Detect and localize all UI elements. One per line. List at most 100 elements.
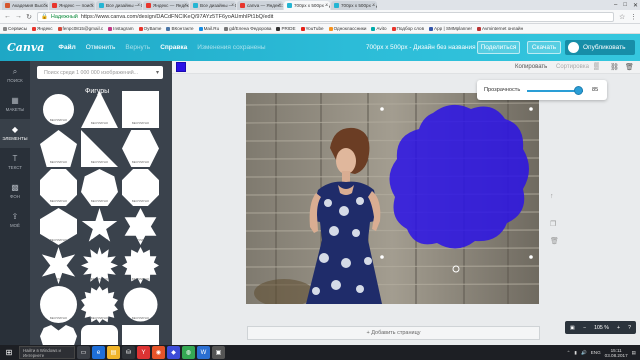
browser-tab[interactable]: Яндекс — Яндекс нашл×	[143, 1, 189, 10]
bookmark-item[interactable]: App | SMMplanner	[429, 26, 472, 31]
reload-icon[interactable]: ↻	[26, 13, 32, 21]
chevron-down-icon[interactable]: ▾	[156, 69, 159, 76]
share-button[interactable]: Поделиться	[477, 41, 520, 54]
bookmark-item[interactable]: fenpc0815@gmail.c	[57, 26, 103, 31]
browser-tab[interactable]: canva — Яндекс: нашл×	[237, 1, 283, 10]
shape-item[interactable]: БЕСПЛАТНО	[124, 208, 157, 245]
volume-icon[interactable]: 🔊	[581, 350, 587, 356]
minimize-icon[interactable]: –	[614, 2, 617, 8]
browser-tab[interactable]: 700px x 500px – Дизай×	[331, 1, 377, 10]
star-icon[interactable]: ☆	[619, 13, 625, 21]
publish-button[interactable]: Опубликовать	[565, 40, 635, 55]
task-view-icon[interactable]: ▭	[77, 346, 90, 359]
chrome-icon[interactable]: ◍	[182, 346, 195, 359]
shape-item[interactable]: БЕСПЛАТНО	[122, 130, 159, 167]
close-window-icon[interactable]: ✕	[633, 2, 638, 9]
shape-item[interactable]: БЕСПЛАТНО	[40, 208, 77, 245]
url-field[interactable]: 🔒 Надежный https://www.canva.com/design/…	[37, 11, 614, 22]
transparency-icon[interactable]: ▒	[594, 63, 599, 70]
back-icon[interactable]: ←	[4, 13, 11, 20]
sidebar-item[interactable]: ⇪ МОЁ	[0, 206, 30, 235]
edge-icon[interactable]: e	[92, 346, 105, 359]
shape-item[interactable]: БЕСПЛАТНО	[122, 169, 159, 206]
shape-item[interactable]: БЕСПЛАТНО	[81, 130, 118, 167]
design-title[interactable]: 700px x 500px - Дизайн без названия	[366, 44, 476, 51]
transparency-slider-handle[interactable]	[574, 86, 583, 95]
windows-start-icon[interactable]: ⊞	[0, 345, 18, 360]
bookmark-item[interactable]: YouTube	[300, 26, 324, 31]
shape-item[interactable]: БЕСПЛАТНО	[81, 169, 118, 206]
bookmark-item[interactable]: Яндекс	[32, 26, 53, 31]
browser-tab[interactable]: Яндекс — поиск №1 в×	[49, 1, 95, 10]
shape-item[interactable]: БЕСПЛАТНО	[40, 130, 77, 167]
duplicate-page-icon[interactable]: ❐	[550, 220, 556, 228]
arrow-up-icon[interactable]: ↑	[550, 193, 554, 200]
help-menu[interactable]: Справка	[160, 44, 187, 51]
bookmark-item[interactable]: gd/Елена Федорова	[224, 26, 271, 31]
shape-item[interactable]: БЕСПЛАТНО	[40, 91, 77, 128]
zoom-value[interactable]: 105 %	[594, 325, 609, 331]
close-tab-icon[interactable]: ×	[231, 2, 234, 7]
close-tab-icon[interactable]: ×	[43, 2, 46, 7]
undo-button[interactable]: Отменить	[86, 44, 116, 51]
bookmark-item[interactable]: Mail.Ru	[198, 26, 219, 31]
shape-item[interactable]: БЕСПЛАТНО	[81, 91, 118, 128]
shape-item[interactable]: БЕСПЛАТНО	[81, 247, 118, 284]
shape-item[interactable]: БЕСПЛАТНО	[40, 286, 77, 323]
shape-item[interactable]: БЕСПЛАТНО	[123, 287, 158, 322]
shape-item[interactable]: БЕСПЛАТНО	[122, 325, 159, 345]
close-tab-icon[interactable]: ×	[90, 2, 93, 7]
present-icon[interactable]: ▣	[570, 325, 575, 331]
sidebar-item[interactable]: ▩ ФОН	[0, 177, 30, 206]
shape-item[interactable]: БЕСПЛАТНО	[40, 325, 77, 345]
shape-item[interactable]: БЕСПЛАТНО	[122, 91, 159, 128]
close-tab-icon[interactable]: ×	[372, 2, 375, 7]
file-menu[interactable]: Файл	[58, 44, 75, 51]
word-icon[interactable]: W	[197, 346, 210, 359]
bookmark-item[interactable]: Avminternet онлайн	[477, 26, 523, 31]
bookmark-item[interactable]: Instagram	[108, 26, 134, 31]
design-page[interactable]	[246, 93, 539, 304]
app-icon[interactable]: ◆	[167, 346, 180, 359]
delete-page-icon[interactable]: 🗑	[550, 237, 559, 245]
shape-item[interactable]: БЕСПЛАТНО	[81, 286, 118, 323]
sidebar-item[interactable]: T ТЕКСТ	[0, 148, 30, 177]
shape-item[interactable]: БЕСПЛАТНО	[41, 247, 76, 284]
zoom-in-icon[interactable]: +	[617, 325, 620, 331]
trash-icon[interactable]: 🗑	[625, 63, 634, 71]
explorer-icon[interactable]: ▤	[107, 346, 120, 359]
bookmark-item[interactable]: PRIDE	[276, 26, 296, 31]
link-icon[interactable]: ⛓	[610, 63, 619, 71]
bookmark-item[interactable]: Сервисы	[3, 26, 27, 31]
chevron-up-icon[interactable]: ⌃	[567, 350, 571, 356]
clock[interactable]: 15:11 03.08.2017	[605, 348, 628, 358]
language-indicator[interactable]: ENG	[591, 350, 601, 355]
close-tab-icon[interactable]: ×	[325, 2, 328, 7]
browser-tab[interactable]: Все дизайны — Canva×	[190, 1, 236, 10]
add-page-button[interactable]: + Добавить страницу	[247, 326, 540, 340]
menu-icon[interactable]: ⋮	[630, 13, 637, 21]
browser-tab[interactable]: 700px x 500px – Дизай×	[284, 1, 330, 10]
bookmark-item[interactable]: Одноклассники	[328, 26, 366, 31]
redo-button[interactable]: Вернуть	[125, 44, 150, 51]
download-button[interactable]: Скачать	[527, 41, 561, 54]
copy-button[interactable]: Копировать	[515, 64, 547, 70]
panel-search-input[interactable]: Поиск среди 1 000 000 изображений... ▾	[37, 66, 163, 79]
arrange-button[interactable]: Сортировка	[556, 64, 589, 70]
firefox-icon[interactable]: ◉	[152, 346, 165, 359]
bookmark-item[interactable]: OyBame	[138, 26, 161, 31]
sidebar-item[interactable]: ▦ МАКЕТЫ	[0, 90, 30, 119]
canva-logo[interactable]: Canva	[7, 41, 44, 54]
fill-color-swatch[interactable]	[176, 62, 186, 72]
notification-icon[interactable]: ▤	[632, 350, 636, 356]
transparency-value[interactable]: 85	[592, 87, 598, 93]
browser-tab[interactable]: Академия Высокоопл×	[2, 1, 48, 10]
close-tab-icon[interactable]: ×	[184, 2, 187, 7]
taskbar-search[interactable]: Найти в Windows и Интернете	[19, 346, 75, 359]
maximize-icon[interactable]: □	[623, 2, 627, 8]
shape-item[interactable]: БЕСПЛАТНО	[40, 169, 77, 206]
bookmark-item[interactable]: Avito	[371, 26, 387, 31]
browser-tab[interactable]: Все дизайны — Canva×	[96, 1, 142, 10]
sidebar-item[interactable]: ◆ ЭЛЕМЕНТЫ	[0, 119, 30, 148]
close-tab-icon[interactable]: ×	[278, 2, 281, 7]
